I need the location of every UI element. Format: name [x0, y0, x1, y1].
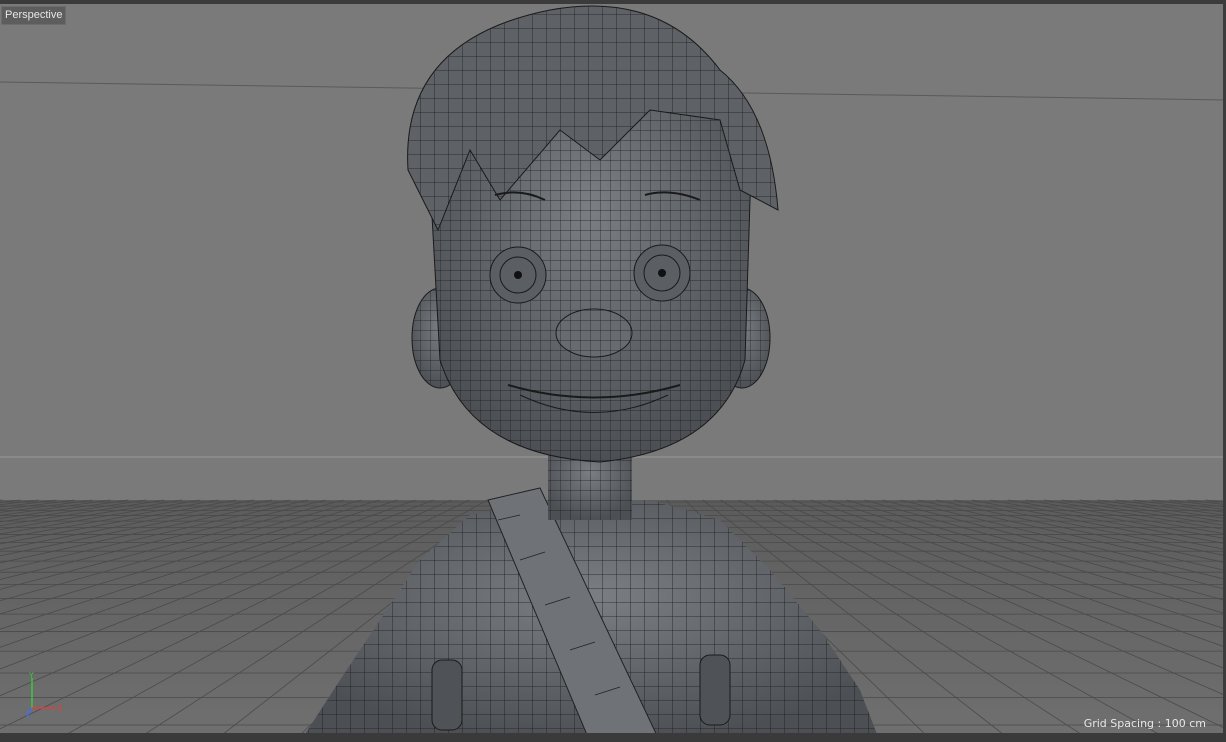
axis-gizmo: Y X Z [25, 671, 63, 718]
viewport-bottom-bar [0, 733, 1226, 742]
axis-x-label: X [57, 704, 63, 713]
grid-spacing-readout: Grid Spacing : 100 cm [1083, 717, 1206, 730]
viewport-scene[interactable] [0, 0, 1226, 742]
perspective-viewport[interactable]: Perspective Y X Z Grid Spacing : 100 cm [0, 0, 1226, 742]
right-eye [633, 244, 691, 302]
left-eye [489, 246, 547, 304]
camera-view-label[interactable]: Perspective [1, 6, 67, 25]
viewport-top-strip [0, 0, 1226, 4]
axis-y-label: Y [28, 671, 34, 680]
axis-z-label: Z [26, 710, 32, 718]
